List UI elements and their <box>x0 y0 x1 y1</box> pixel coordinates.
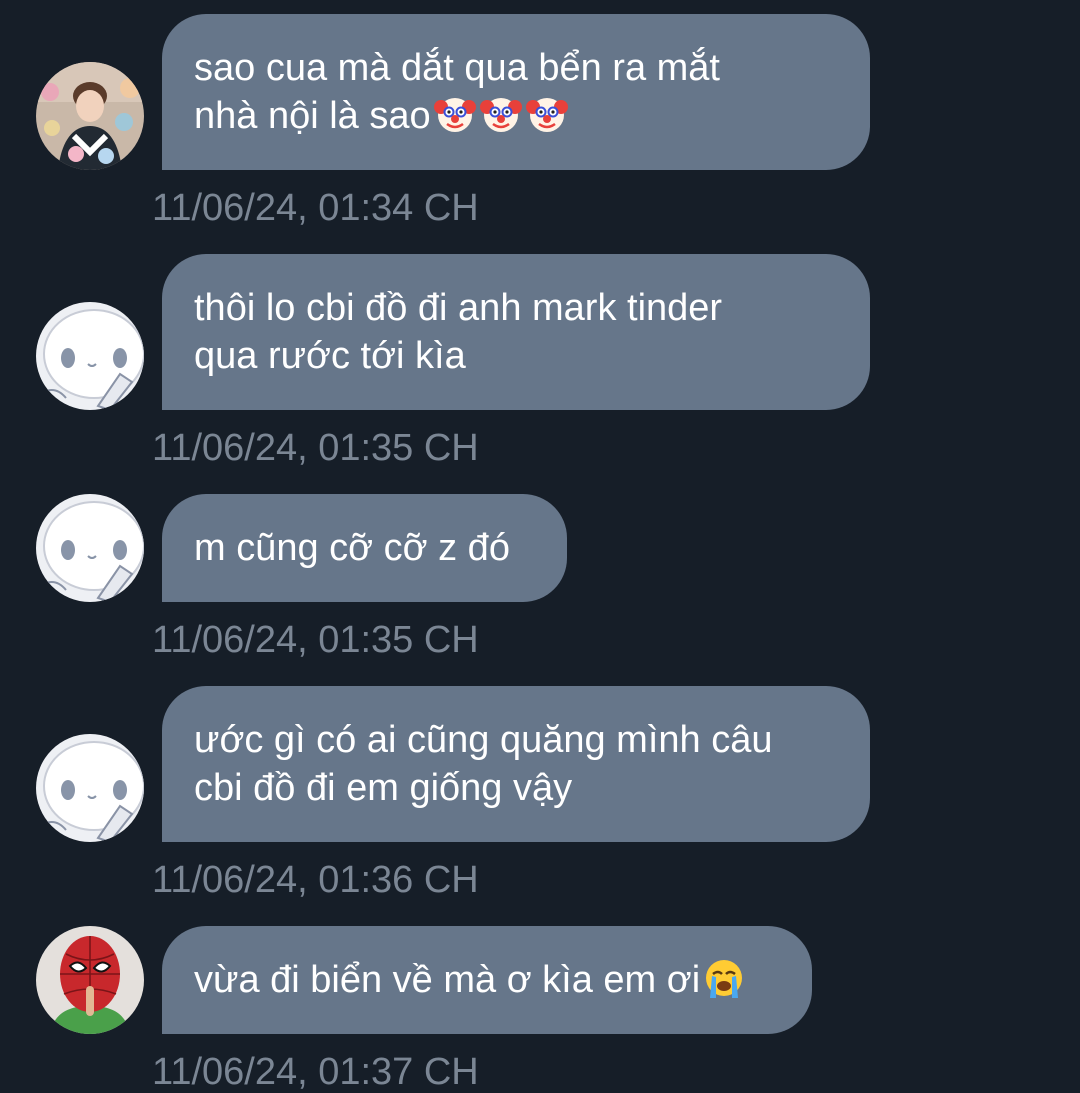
message-text: ước gì có ai cũng quăng mình câu cbi đồ … <box>194 719 773 809</box>
message-bubble[interactable]: thôi lo cbi đồ đi anh mark tinder qua rư… <box>162 254 870 410</box>
message-timestamp: 11/06/24, 01:36 CH <box>152 859 479 901</box>
message-timestamp: 11/06/24, 01:34 CH <box>152 187 479 229</box>
message-text: vừa đi biển về mà ơ kìa em ơi <box>194 956 746 1004</box>
clown-face-emoji <box>479 98 522 132</box>
white-cartoon-avatar[interactable] <box>36 302 144 410</box>
user-photo-avatar[interactable] <box>36 62 144 170</box>
message-timestamp: 11/06/24, 01:37 CH <box>152 1051 479 1093</box>
message-bubble[interactable]: ước gì có ai cũng quăng mình câu cbi đồ … <box>162 686 870 842</box>
white-cartoon-avatar[interactable] <box>36 494 144 602</box>
clown-face-emoji <box>525 98 568 132</box>
message-timestamp: 11/06/24, 01:35 CH <box>152 427 479 469</box>
message-bubble[interactable]: m cũng cỡ cỡ z đó <box>162 494 567 602</box>
clown-face-emoji <box>433 98 476 132</box>
spider-mask-avatar[interactable] <box>36 926 144 1034</box>
loudly-crying-face-emoji <box>706 960 743 998</box>
chat-thread: sao cua mà dắt qua bển ra mắt nhà nội là… <box>0 0 1080 1093</box>
message-bubble[interactable]: sao cua mà dắt qua bển ra mắt nhà nội là… <box>162 14 870 170</box>
message-text: sao cua mà dắt qua bển ra mắt nhà nội là… <box>194 47 720 137</box>
white-cartoon-avatar[interactable] <box>36 734 144 842</box>
message-text: thôi lo cbi đồ đi anh mark tinder qua rư… <box>194 287 723 377</box>
message-timestamp: 11/06/24, 01:35 CH <box>152 619 479 661</box>
message-bubble[interactable]: vừa đi biển về mà ơ kìa em ơi <box>162 926 812 1034</box>
message-text: m cũng cỡ cỡ z đó <box>194 527 510 569</box>
